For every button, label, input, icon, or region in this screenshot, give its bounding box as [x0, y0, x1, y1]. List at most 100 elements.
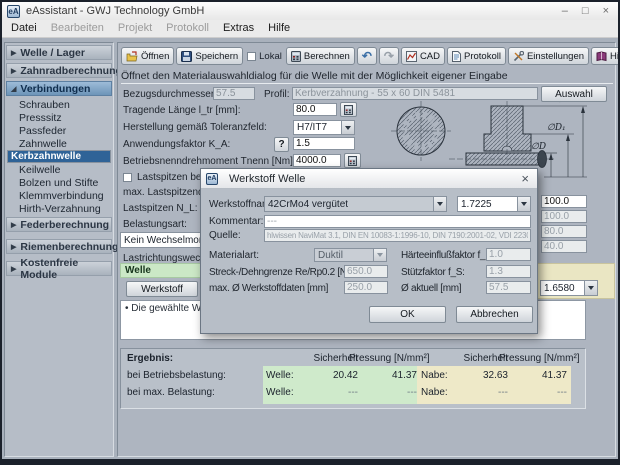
- tolerance-select[interactable]: H7/IT7: [293, 120, 355, 135]
- torque-calc-button[interactable]: [340, 102, 357, 117]
- welle-label: Welle:: [266, 370, 294, 381]
- floppy-disk-icon: [181, 51, 192, 62]
- menu-datei[interactable]: Datei: [4, 20, 44, 37]
- menu-protokoll: Protokoll: [159, 20, 216, 37]
- cad-drawing-icon: [406, 51, 417, 62]
- sidebar-item-kerbzahnwelle[interactable]: Kerbzahnwelle: [7, 150, 111, 163]
- redo-button: ↷: [379, 47, 399, 65]
- max-diameter-label: max. Ø Werkstoffdaten [mm]: [209, 283, 328, 294]
- load-peaks-checkbox[interactable]: [123, 173, 132, 182]
- local-checkbox[interactable]: Lokal: [245, 51, 284, 62]
- menu-bar: Datei Bearbeiten Projekt Protokoll Extra…: [2, 20, 618, 38]
- source-input: [264, 229, 531, 242]
- sidebar-group-riemenberechnung[interactable]: ▶ Riemenberechnung: [6, 239, 112, 254]
- sidebar-group-verbindungen[interactable]: ◢ Verbindungen: [6, 81, 112, 96]
- settings-button[interactable]: Einstellungen: [508, 47, 589, 65]
- sidebar-item-passfeder[interactable]: Passfeder: [7, 124, 111, 137]
- ok-button[interactable]: OK: [369, 306, 446, 323]
- calculate-button[interactable]: Berechnen: [286, 47, 355, 65]
- yield-strength-input: [344, 265, 388, 278]
- max-diameter-input: [344, 281, 388, 294]
- current-diameter-input: [486, 281, 531, 294]
- book-icon: [596, 51, 607, 62]
- material-number-select[interactable]: 1.7225: [457, 196, 531, 212]
- sidebar-item-hirth-verzahnung[interactable]: Hirth-Verzahnung: [7, 202, 111, 215]
- chevron-down-icon: [584, 281, 597, 295]
- chevron-right-icon: ▶: [11, 243, 16, 251]
- col-header-pressung-welle: Pressung [N/mm²]: [349, 353, 421, 364]
- chevron-right-icon: ▶: [11, 49, 16, 57]
- chevron-down-icon: [433, 197, 446, 211]
- open-button[interactable]: Öffnen: [121, 47, 174, 65]
- nabe-safety-value: ---: [446, 387, 508, 398]
- chevron-right-icon: ▶: [11, 265, 16, 273]
- minimize-icon[interactable]: –: [562, 5, 568, 17]
- nominal-torque-label: Betriebsnenndrehmoment Tnenn [Nm]:: [123, 156, 296, 167]
- welle-safety-value: ---: [296, 387, 358, 398]
- sidebar-item-klemmverbindung[interactable]: Klemmverbindung: [7, 189, 111, 202]
- undo-button[interactable]: ↶: [357, 47, 377, 65]
- nabe-material-number-select[interactable]: 1.6580: [540, 280, 598, 296]
- sidebar-item-bolzen-und-stifte[interactable]: Bolzen und Stifte: [7, 176, 111, 189]
- folder-open-icon: [126, 51, 138, 62]
- close-icon[interactable]: ×: [518, 172, 532, 185]
- sidebar-item-presssitz[interactable]: Presssitz: [7, 111, 111, 124]
- sidebar-group-zahnradberechnung[interactable]: ▶ Zahnradberechnung: [6, 63, 112, 78]
- chevron-right-icon: ▶: [11, 67, 16, 75]
- title-bar: eA eAssistant - GWJ Technology GmbH – □ …: [2, 2, 618, 20]
- sidebar-item-schrauben[interactable]: Schrauben: [7, 98, 111, 111]
- welle-pressure-value: 41.37: [359, 370, 417, 381]
- application-factor-input[interactable]: [293, 137, 355, 150]
- werkstoff-welle-dialog: eA Werkstoff Welle × Werkstoffname: 42Cr…: [200, 168, 538, 334]
- nominal-torque-input[interactable]: [293, 154, 341, 167]
- checkbox-icon: [247, 52, 256, 61]
- hardness-factor-input: [486, 248, 531, 261]
- calculator-icon: [348, 156, 357, 166]
- auswahl-button[interactable]: Auswahl: [541, 86, 607, 102]
- calculator-icon: [291, 51, 301, 62]
- werkstoff-button[interactable]: Werkstoff: [126, 281, 198, 297]
- comment-label: Kommentar:: [209, 216, 263, 227]
- chevron-right-icon: ▶: [11, 221, 16, 229]
- supporting-length-input[interactable]: [293, 103, 337, 116]
- maximize-icon[interactable]: □: [582, 5, 589, 17]
- cancel-button[interactable]: Abbrechen: [456, 306, 533, 323]
- status-hint: Öffnet den Materialauswahldialog für die…: [121, 70, 613, 84]
- help-button[interactable]: Hilfe: [591, 47, 620, 65]
- window-title: eAssistant - GWJ Technology GmbH: [26, 5, 204, 17]
- undo-icon: ↶: [362, 49, 372, 63]
- chevron-expanded-icon: ◢: [11, 85, 16, 93]
- results-title: Ergebnis:: [127, 353, 173, 364]
- cad-button[interactable]: CAD: [401, 47, 445, 65]
- document-icon: [452, 51, 461, 62]
- sidebar-group-kostenfreie-module[interactable]: ▶ Kostenfreie Module: [6, 261, 112, 276]
- nabe-field-1-input[interactable]: [541, 195, 587, 208]
- menu-extras[interactable]: Extras: [216, 20, 261, 37]
- toolbar: Öffnen Speichern Lokal: [120, 45, 615, 67]
- menu-hilfe[interactable]: Hilfe: [261, 20, 297, 37]
- tools-icon: [513, 51, 524, 62]
- sidebar-item-zahnwelle[interactable]: Zahnwelle: [7, 137, 111, 150]
- comment-input[interactable]: [264, 215, 531, 228]
- sidebar-group-federberechnung[interactable]: ▶ Federberechnung: [6, 217, 112, 232]
- protocol-button[interactable]: Protokoll: [447, 47, 506, 65]
- nabe-field-2-input: [541, 210, 587, 223]
- supporting-length-label: Tragende Länge l_tr [mm]:: [123, 105, 240, 116]
- reference-diameter-input: [213, 87, 255, 100]
- chevron-down-icon: [517, 197, 530, 211]
- calculator-icon: [344, 105, 353, 115]
- sidebar-group-welle-lager[interactable]: ▶ Welle / Lager: [6, 45, 112, 60]
- welle-pressure-value: ---: [359, 387, 417, 398]
- close-icon[interactable]: ×: [603, 5, 609, 17]
- material-name-select[interactable]: 42CrMo4 vergütet: [264, 196, 447, 212]
- current-diameter-label: Ø aktuell [mm]: [401, 283, 461, 294]
- dimension-label-d: ∅D: [531, 142, 546, 152]
- save-button[interactable]: Speichern: [176, 47, 243, 65]
- length-calc-button[interactable]: [344, 153, 361, 168]
- dialog-title-bar: eA Werkstoff Welle ×: [201, 169, 537, 189]
- sidebar-item-keilwelle[interactable]: Keilwelle: [7, 163, 111, 176]
- navigation-sidebar: ▶ Welle / Lager ▶ Zahnradberechnung ◢ Ve…: [4, 42, 114, 457]
- help-question-button[interactable]: ?: [274, 137, 289, 152]
- nabe-label: Nabe:: [421, 370, 448, 381]
- load-peaks-count-label: Lastspitzen N_L:: [123, 203, 198, 214]
